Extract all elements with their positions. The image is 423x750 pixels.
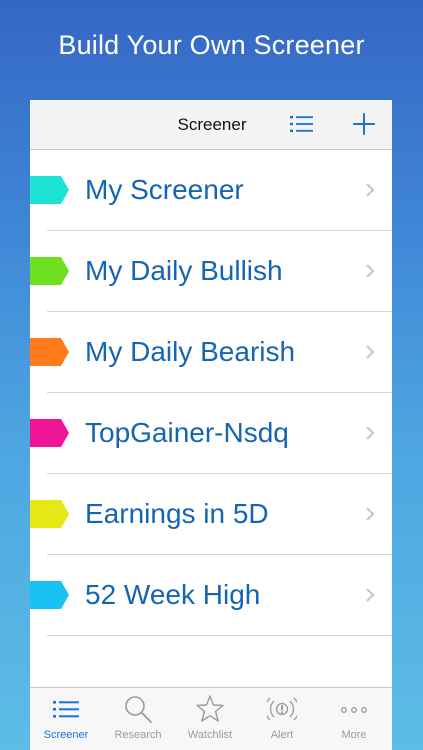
screener-row[interactable]: 52 Week High	[30, 555, 392, 636]
color-tag-icon	[30, 176, 69, 204]
screener-name: 52 Week High	[85, 579, 261, 610]
chevron-right-icon	[366, 264, 375, 278]
chevron-right-icon	[366, 345, 375, 359]
phone-screen: Screener My Screener My Daily Bullish My…	[30, 100, 392, 750]
color-tag-icon	[30, 500, 69, 528]
screener-row[interactable]: TopGainer-Nsdq	[30, 393, 392, 474]
row-divider	[47, 635, 392, 636]
screener-list: My Screener My Daily Bullish My Daily Be…	[30, 150, 392, 636]
tab-bar: Screener Research Watchlist Alert More	[30, 687, 392, 750]
color-tag-icon	[30, 338, 69, 366]
plus-icon	[353, 113, 375, 135]
chevron-right-icon	[366, 183, 375, 197]
tab-label: Alert	[270, 729, 294, 741]
tab-more[interactable]: More	[318, 688, 390, 750]
more-icon	[341, 707, 367, 713]
screener-name: TopGainer-Nsdq	[85, 417, 289, 448]
tab-watchlist[interactable]: Watchlist	[174, 688, 246, 750]
screener-row[interactable]: My Daily Bearish	[30, 312, 392, 393]
promo-title: Build Your Own Screener	[58, 30, 365, 60]
list-icon	[53, 701, 79, 718]
list-view-button[interactable]	[289, 112, 315, 136]
screener-name: My Daily Bearish	[85, 336, 296, 367]
chevron-right-icon	[366, 426, 375, 440]
search-icon	[125, 696, 152, 723]
list-icon	[290, 116, 313, 132]
screener-name: My Screener	[85, 174, 244, 205]
tab-label: More	[341, 729, 367, 741]
chevron-right-icon	[366, 588, 375, 602]
star-icon	[196, 695, 224, 722]
chevron-right-icon	[366, 507, 375, 521]
screener-name: Earnings in 5D	[85, 498, 269, 529]
alert-icon	[267, 697, 297, 721]
screener-name: My Daily Bullish	[85, 255, 283, 286]
tab-label: Screener	[43, 729, 89, 741]
screener-row[interactable]: My Screener	[30, 150, 392, 231]
color-tag-icon	[30, 419, 69, 447]
screener-row[interactable]: My Daily Bullish	[30, 231, 392, 312]
color-tag-icon	[30, 581, 69, 609]
color-tag-icon	[30, 257, 69, 285]
nav-title: Screener	[177, 115, 247, 134]
screener-row[interactable]: Earnings in 5D	[30, 474, 392, 555]
tab-alert[interactable]: Alert	[246, 688, 318, 750]
add-screener-button[interactable]	[352, 112, 376, 136]
tab-label: Research	[114, 729, 162, 741]
navigation-bar: Screener	[30, 100, 392, 150]
tab-research[interactable]: Research	[102, 688, 174, 750]
tab-label: Watchlist	[187, 729, 233, 741]
tab-screener[interactable]: Screener	[30, 688, 102, 750]
